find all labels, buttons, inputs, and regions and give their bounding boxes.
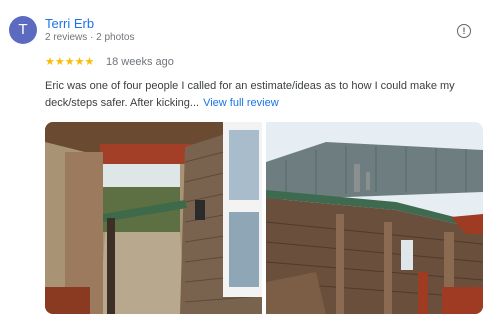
star-rating: ★★★★★	[45, 56, 95, 68]
review-time: 18 weeks ago	[106, 56, 174, 68]
view-full-review-link[interactable]: View full review	[203, 97, 279, 109]
review-photo-2[interactable]	[266, 122, 483, 314]
avatar[interactable]: T	[9, 16, 37, 44]
info-icon[interactable]: !	[457, 24, 471, 38]
house-photo-image	[266, 122, 483, 314]
review-photo-1[interactable]	[45, 122, 262, 314]
reviewer-meta: 2 reviews · 2 photos	[45, 32, 135, 43]
porch-photo-image	[45, 122, 262, 314]
review-text-block: Eric was one of four people I called for…	[45, 78, 475, 112]
reviewer-name[interactable]: Terri Erb	[45, 16, 94, 31]
